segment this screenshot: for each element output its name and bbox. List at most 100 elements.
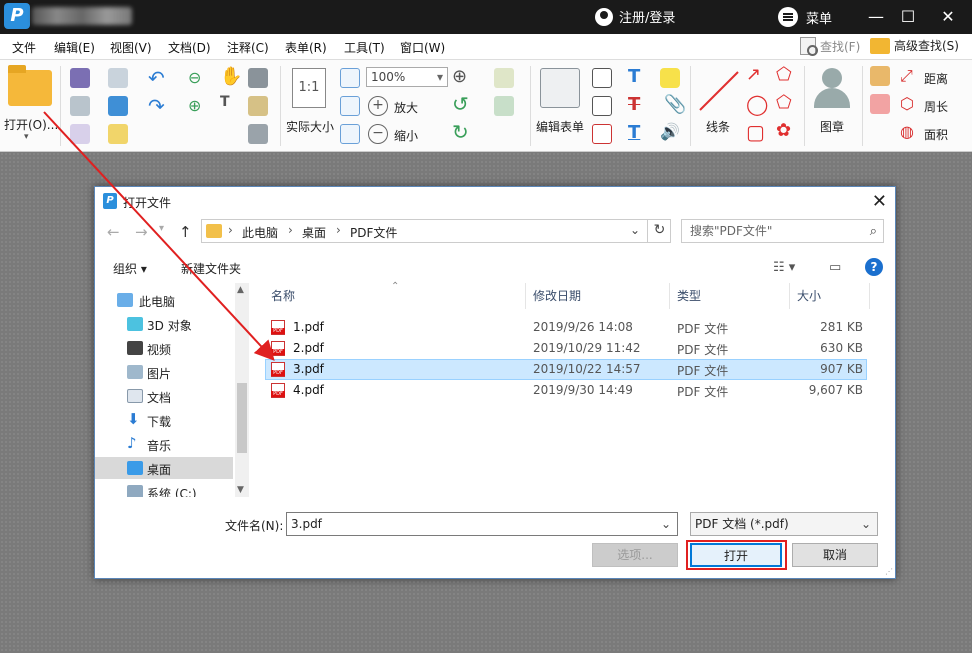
- area-icon[interactable]: ◍: [900, 122, 914, 141]
- close-window-button[interactable]: ✕: [932, 0, 964, 34]
- distance-icon[interactable]: ⤢: [900, 66, 913, 86]
- nav-item-3d-objects[interactable]: 3D 对象: [95, 313, 233, 335]
- zoom-select[interactable]: 100%: [366, 67, 448, 87]
- new-folder-button[interactable]: 新建文件夹: [181, 260, 241, 277]
- paste-icon[interactable]: [248, 96, 268, 116]
- main-menu-button[interactable]: 菜单: [778, 7, 832, 27]
- actual-size-label[interactable]: 实际大小: [286, 118, 334, 135]
- open-folder-icon[interactable]: [8, 65, 52, 106]
- file-row[interactable]: 4.pdf 2019/9/30 14:49 PDF 文件 9,607 KB: [265, 380, 867, 401]
- forward-arrow-icon[interactable]: →: [135, 223, 148, 241]
- nav-item-videos[interactable]: 视频: [95, 337, 233, 359]
- menu-tools[interactable]: 工具(T): [344, 39, 385, 56]
- insert-page-icon[interactable]: [494, 96, 514, 116]
- actual-size-icon[interactable]: 1:1: [292, 68, 326, 108]
- distance-label[interactable]: 距离: [924, 70, 948, 87]
- text-box-icon[interactable]: [592, 96, 612, 116]
- organize-button[interactable]: 组织 ▾: [113, 260, 147, 277]
- refresh-icon[interactable]: ↻: [647, 219, 671, 243]
- stamp-icon[interactable]: [810, 68, 854, 108]
- email-icon[interactable]: [108, 68, 128, 88]
- cancel-button[interactable]: 取消: [792, 543, 878, 567]
- back-arrow-icon[interactable]: ←: [107, 223, 120, 241]
- sound-icon[interactable]: 🔊: [660, 122, 680, 141]
- perimeter-icon[interactable]: ⬡: [900, 94, 914, 113]
- undo-icon[interactable]: ↶: [148, 66, 165, 90]
- hand-tool-icon[interactable]: ✋: [220, 66, 242, 87]
- crop-icon[interactable]: [494, 68, 514, 88]
- menu-comment[interactable]: 注释(C): [227, 39, 269, 56]
- pencil-icon[interactable]: [870, 66, 890, 86]
- rotate-right-icon[interactable]: ↻: [452, 120, 469, 144]
- arrow-tool-icon[interactable]: ↗: [746, 64, 761, 85]
- scan-icon[interactable]: [108, 96, 128, 116]
- zoom-out-label[interactable]: 缩小: [394, 127, 418, 144]
- scroll-up-icon[interactable]: ▲: [237, 285, 244, 295]
- nav-item-pictures[interactable]: 图片: [95, 361, 233, 383]
- filename-input[interactable]: 3.pdf ⌄: [286, 512, 678, 536]
- fit-width-icon[interactable]: [340, 96, 360, 116]
- zoom-in-label[interactable]: 放大: [394, 99, 418, 116]
- fit-page-icon[interactable]: [340, 68, 360, 88]
- select-text-icon[interactable]: T: [220, 94, 230, 110]
- file-row[interactable]: 2.pdf 2019/10/29 11:42 PDF 文件 630 KB: [265, 338, 867, 359]
- dialog-close-icon[interactable]: ✕: [872, 191, 887, 212]
- find-button[interactable]: 查找(F): [800, 37, 860, 56]
- edit-form-label[interactable]: 编辑表单: [536, 118, 584, 135]
- column-header-name[interactable]: 名称: [271, 287, 295, 304]
- line-tool-label[interactable]: 线条: [706, 118, 730, 135]
- breadcrumb-desktop[interactable]: 桌面: [302, 224, 326, 241]
- underline-icon[interactable]: T: [628, 122, 640, 143]
- perimeter-label[interactable]: 周长: [924, 98, 948, 115]
- column-header-type[interactable]: 类型: [677, 287, 701, 304]
- nav-item-system-drive[interactable]: 系统 (C:): [95, 481, 233, 497]
- help-icon[interactable]: ?: [865, 258, 883, 276]
- options-button[interactable]: 选项...: [592, 543, 678, 567]
- polygon-tool-icon[interactable]: ⬠: [776, 92, 792, 113]
- login-button[interactable]: 注册/登录: [595, 7, 675, 26]
- advanced-find-button[interactable]: 高级查找(S): [870, 37, 959, 54]
- recent-dropdown-icon[interactable]: ▾: [159, 223, 164, 234]
- fit-visible-icon[interactable]: [340, 124, 360, 144]
- strikethrough-icon[interactable]: T: [628, 94, 640, 115]
- new-document-icon[interactable]: [108, 124, 128, 144]
- next-page-icon[interactable]: ⊕: [188, 96, 201, 115]
- rotate-left-icon[interactable]: ↺: [452, 92, 469, 116]
- rectangle-tool-icon[interactable]: ▢: [746, 120, 765, 144]
- address-dropdown-icon[interactable]: ⌄: [630, 223, 640, 237]
- file-row-selected[interactable]: 3.pdf 2019/10/22 14:57 PDF 文件 907 KB: [265, 359, 867, 380]
- cloud-tool-icon[interactable]: ✿: [776, 120, 791, 141]
- zoom-in-icon[interactable]: +: [368, 96, 388, 116]
- menu-view[interactable]: 视图(V): [110, 39, 152, 56]
- redo-icon[interactable]: ↷: [148, 94, 165, 118]
- zoom-out-icon[interactable]: −: [368, 124, 388, 144]
- note-icon[interactable]: [660, 68, 680, 88]
- menu-document[interactable]: 文档(D): [168, 39, 211, 56]
- column-header-size[interactable]: 大小: [797, 287, 821, 304]
- menu-window[interactable]: 窗口(W): [400, 39, 445, 56]
- edit-form-icon[interactable]: [540, 68, 580, 108]
- nav-item-downloads[interactable]: ⬇ 下载: [95, 409, 233, 431]
- open-file-label[interactable]: 打开(O)...: [4, 116, 58, 133]
- callout-icon[interactable]: [592, 124, 612, 144]
- attachment-icon[interactable]: 📎: [664, 94, 686, 115]
- menu-file[interactable]: 文件: [12, 39, 36, 56]
- export-icon[interactable]: [70, 124, 90, 144]
- nav-item-documents[interactable]: 文档: [95, 385, 233, 407]
- nav-item-music[interactable]: ♪ 音乐: [95, 433, 233, 455]
- search-input[interactable]: 搜索"PDF文件" ⌕: [681, 219, 884, 243]
- stamp-label[interactable]: 图章: [820, 118, 844, 135]
- polyline-tool-icon[interactable]: ⬠: [776, 64, 792, 85]
- text-field-icon[interactable]: [592, 68, 612, 88]
- snapshot-icon[interactable]: [248, 68, 268, 88]
- nav-item-this-pc[interactable]: 此电脑: [95, 289, 233, 311]
- print-icon[interactable]: [70, 96, 90, 116]
- resize-grip-icon[interactable]: ⋰: [885, 567, 893, 576]
- filetype-select[interactable]: PDF 文档 (*.pdf) ⌄: [690, 512, 878, 536]
- maximize-button[interactable]: ☐: [892, 0, 924, 34]
- menu-form[interactable]: 表单(R): [285, 39, 327, 56]
- line-tool-icon[interactable]: [696, 68, 742, 114]
- open-dropdown-icon[interactable]: ▾: [24, 132, 29, 142]
- nav-item-desktop[interactable]: 桌面: [95, 457, 233, 479]
- nav-scrollbar-thumb[interactable]: [237, 383, 247, 453]
